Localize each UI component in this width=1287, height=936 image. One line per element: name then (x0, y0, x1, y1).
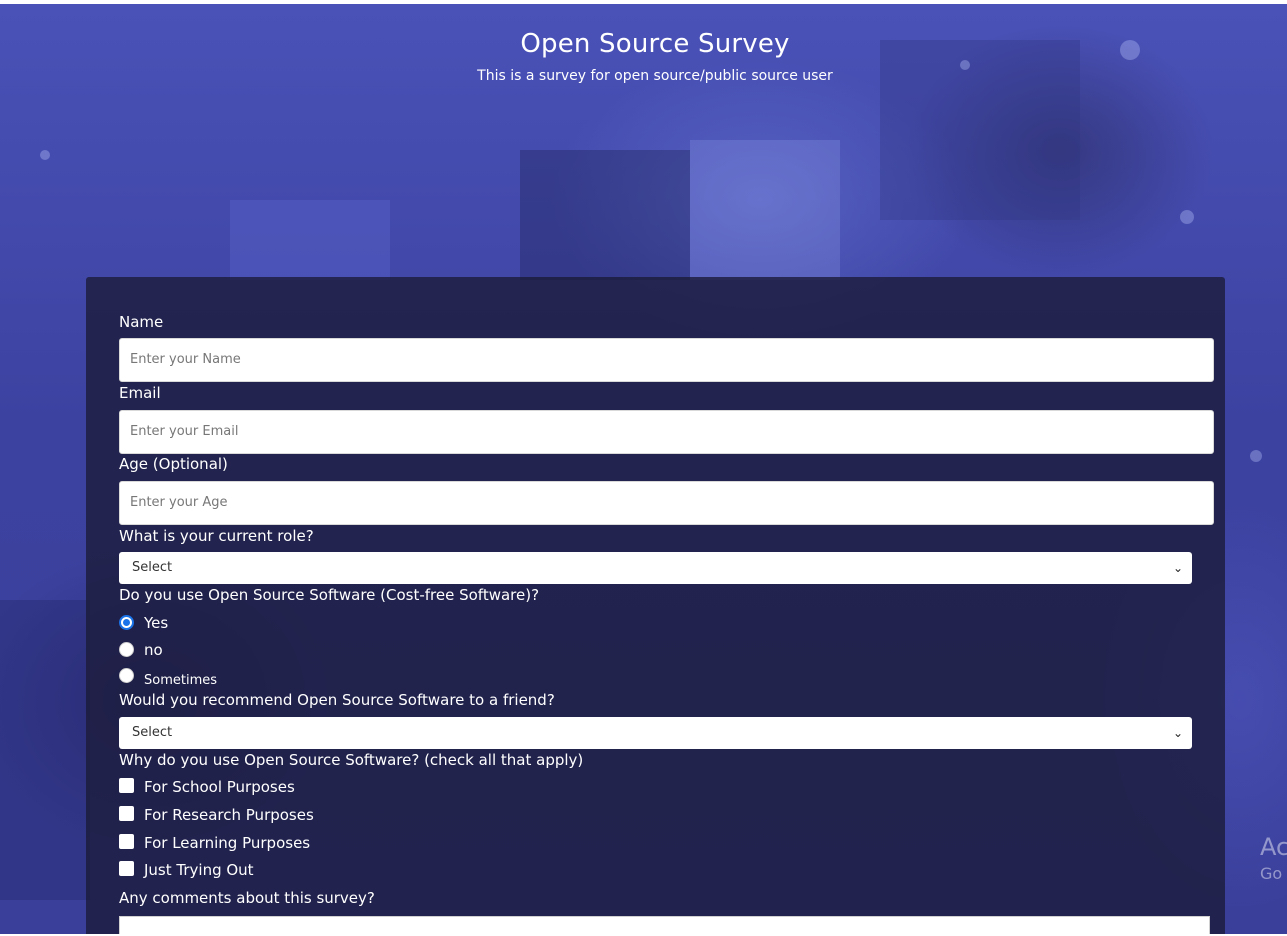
activation-watermark: Ac Go (1260, 832, 1287, 884)
watermark-line-1: Ac (1260, 833, 1287, 861)
radio-button-sometimes[interactable] (119, 668, 134, 683)
radio-label-yes: Yes (144, 614, 169, 632)
email-input[interactable]: Enter your Email (119, 410, 1214, 454)
checkbox-research[interactable] (119, 806, 134, 821)
comments-label: Any comments about this survey? (119, 889, 375, 907)
page-description: This is a survey for open source/public … (477, 68, 833, 84)
chevron-down-icon: ⌄ (1172, 726, 1183, 740)
email-label: Email (119, 384, 161, 402)
age-placeholder: Enter your Age (130, 495, 228, 510)
checkbox-learning[interactable] (119, 834, 134, 849)
radio-option-sometimes[interactable]: Sometimes (119, 666, 239, 688)
name-label: Name (119, 313, 164, 331)
radio-option-yes[interactable]: Yes (119, 613, 199, 633)
role-dropdown[interactable]: Select ⌄ (119, 552, 1192, 584)
checkbox-option-research[interactable]: For Research Purposes (119, 805, 339, 825)
checkbox-trying[interactable] (119, 861, 134, 876)
watermark-line-2: Go (1260, 864, 1283, 883)
checkbox-school[interactable] (119, 778, 134, 793)
page-title: Open Source Survey (520, 29, 790, 59)
reasons-label: Why do you use Open Source Software? (ch… (119, 751, 584, 769)
survey-form: Name Enter your Name Email Enter your Em… (86, 277, 1225, 936)
checkbox-label-learning: For Learning Purposes (144, 834, 311, 852)
role-selected-value: Select (132, 560, 173, 575)
age-label: Age (Optional) (119, 455, 228, 473)
use-oss-label: Do you use Open Source Software (Cost-fr… (119, 586, 540, 604)
comments-textarea[interactable] (119, 916, 1210, 936)
recommend-selected-value: Select (132, 725, 173, 740)
checkbox-label-trying: Just Trying Out (144, 861, 254, 879)
name-input[interactable]: Enter your Name (119, 338, 1214, 382)
checkbox-option-trying[interactable]: Just Trying Out (119, 860, 299, 880)
name-placeholder: Enter your Name (130, 352, 241, 367)
radio-option-no[interactable]: no (119, 640, 199, 660)
recommend-dropdown[interactable]: Select ⌄ (119, 717, 1192, 749)
survey-header: Open Source Survey This is a survey for … (0, 24, 1287, 86)
checkbox-label-school: For School Purposes (144, 778, 295, 796)
radio-label-sometimes: Sometimes (144, 673, 218, 688)
age-input[interactable]: Enter your Age (119, 481, 1214, 525)
radio-label-no: no (144, 641, 163, 659)
recommend-label: Would you recommend Open Source Software… (119, 691, 555, 709)
checkbox-option-school[interactable]: For School Purposes (119, 777, 319, 797)
radio-button-no[interactable] (119, 642, 134, 657)
top-border (0, 0, 1287, 4)
role-label: What is your current role? (119, 527, 314, 545)
chevron-down-icon: ⌄ (1172, 561, 1183, 575)
checkbox-option-learning[interactable]: For Learning Purposes (119, 833, 339, 853)
radio-button-yes[interactable] (119, 615, 134, 630)
checkbox-label-research: For Research Purposes (144, 806, 314, 824)
email-placeholder: Enter your Email (130, 424, 239, 439)
